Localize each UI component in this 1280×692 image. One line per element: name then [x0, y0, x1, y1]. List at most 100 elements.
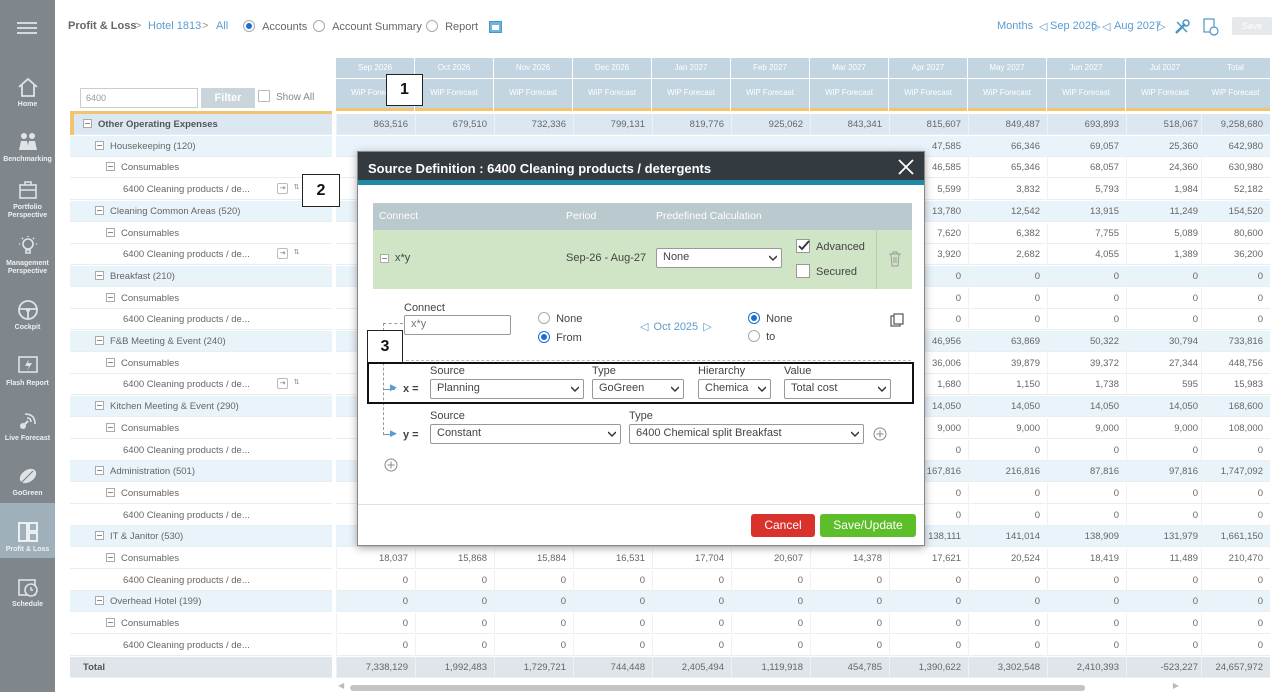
trash-icon[interactable] — [888, 251, 902, 267]
collapse-icon[interactable] — [95, 401, 104, 411]
cell-value[interactable]: 9,000 — [1047, 417, 1126, 439]
cell-value[interactable]: 216,816 — [968, 461, 1047, 483]
month-picker[interactable]: ◁ Oct 2025 ▷ — [640, 320, 712, 333]
cell-value[interactable]: 3,302,548 — [968, 656, 1047, 678]
to-month[interactable]: Aug 2027 — [1114, 20, 1161, 32]
distribution-icon[interactable]: ⇅ — [291, 248, 302, 259]
close-icon[interactable] — [896, 157, 916, 177]
sidebar-item-flash-report[interactable]: Flash Report — [0, 337, 55, 392]
table-row[interactable]: 6400 Cleaning products / de... 0 0 0 0 0 0 0 0 0 0… — [70, 634, 1270, 656]
cell-value[interactable]: 5,793 — [1047, 179, 1126, 201]
collapse-icon[interactable] — [106, 422, 115, 432]
sidebar-item-schedule[interactable]: Schedule — [0, 558, 55, 613]
cell-value[interactable]: 0 — [1047, 634, 1126, 656]
next-month-icon[interactable]: ▷ — [1092, 20, 1100, 33]
add-variable-icon[interactable] — [873, 427, 887, 441]
y-type-select[interactable]: 6400 Chemical split Breakfast — [629, 424, 864, 444]
cancel-button[interactable]: Cancel — [751, 514, 815, 537]
start-none-option[interactable]: None — [538, 312, 582, 325]
cell-value[interactable]: 0 — [968, 634, 1047, 656]
save-update-button[interactable]: Save/Update — [820, 514, 916, 537]
cell-value[interactable]: 0 — [1047, 613, 1126, 635]
source-definition-icon[interactable]: ⇥ — [277, 183, 288, 195]
cell-value[interactable]: 0 — [336, 613, 415, 635]
cell-value[interactable]: 20,607 — [731, 548, 810, 569]
cell-value[interactable]: 0 — [1047, 504, 1126, 526]
cell-value[interactable]: 1,119,918 — [731, 656, 810, 678]
cell-value[interactable]: 0 — [1047, 591, 1126, 613]
cell-value[interactable]: 0 — [810, 569, 889, 591]
cell-value[interactable]: 0 — [652, 569, 731, 591]
radio-account-summary[interactable] — [313, 20, 325, 32]
cell-value[interactable]: -523,227 — [1126, 656, 1205, 678]
start-from-radio[interactable] — [538, 331, 550, 343]
cell-value[interactable]: 50,322 — [1047, 331, 1126, 352]
sidebar-item-cockpit[interactable]: Cockpit — [0, 281, 55, 336]
cell-value[interactable]: 15,868 — [415, 548, 494, 569]
cell-value[interactable]: 0 — [889, 613, 968, 635]
cell-value[interactable]: 744,448 — [573, 656, 652, 678]
from-month[interactable]: Sep 2026 — [1050, 20, 1097, 32]
breadcrumb-all[interactable]: All — [216, 20, 228, 32]
collapse-icon[interactable] — [95, 466, 104, 476]
cell-value[interactable]: 0 — [731, 634, 810, 656]
breadcrumb-hotel[interactable]: Hotel 1813 — [148, 20, 201, 32]
cell-value[interactable]: 20,524 — [968, 548, 1047, 569]
cell-value[interactable]: 39,879 — [968, 352, 1047, 374]
end-to-option[interactable]: to — [748, 330, 775, 343]
cell-value[interactable]: 0 — [889, 569, 968, 591]
cell-value[interactable]: 0 — [1126, 309, 1205, 331]
collapse-icon[interactable] — [95, 140, 104, 150]
cell-value[interactable]: 3,832 — [968, 179, 1047, 201]
collapse-icon[interactable] — [106, 487, 115, 497]
distribution-icon[interactable]: ⇅ — [291, 378, 302, 389]
cell-value[interactable]: 18,037 — [336, 548, 415, 569]
cell-value[interactable]: 2,405,494 — [652, 656, 731, 678]
cell-value[interactable]: 0 — [1126, 634, 1205, 656]
view-account-summary[interactable]: Account Summary — [313, 20, 422, 33]
cell-value[interactable]: 1,984 — [1126, 179, 1205, 201]
cell-value[interactable]: 0 — [573, 569, 652, 591]
cell-value[interactable]: 0 — [652, 613, 731, 635]
secured-option[interactable]: Secured — [796, 264, 857, 278]
cell-value[interactable]: 454,785 — [810, 656, 889, 678]
cell-value[interactable]: 0 — [731, 569, 810, 591]
collapse-icon[interactable] — [106, 227, 115, 237]
cell-value[interactable]: 843,341 — [810, 114, 889, 135]
advanced-checkbox[interactable] — [796, 239, 810, 253]
cell-value[interactable]: 0 — [336, 569, 415, 591]
cell-value[interactable]: 9,000 — [968, 417, 1047, 439]
collapse-icon[interactable] — [95, 596, 104, 606]
cell-value[interactable]: 679,510 — [415, 114, 494, 135]
cell-value[interactable]: 0 — [573, 634, 652, 656]
cell-value[interactable]: 0 — [889, 634, 968, 656]
y-source-select[interactable]: Constant — [430, 424, 621, 444]
cell-value[interactable]: 925,062 — [731, 114, 810, 135]
cell-value[interactable]: 0 — [968, 591, 1047, 613]
cell-value[interactable]: 9,000 — [1126, 417, 1205, 439]
cell-value[interactable]: 87,816 — [1047, 461, 1126, 483]
cell-value[interactable]: 30,794 — [1126, 331, 1205, 352]
cell-value[interactable]: 14,050 — [1126, 396, 1205, 418]
collapse-icon[interactable] — [95, 531, 104, 541]
start-none-radio[interactable] — [538, 312, 550, 324]
cell-value[interactable]: 7,338,129 — [336, 656, 415, 678]
cell-value[interactable]: 0 — [1126, 287, 1205, 309]
cell-value[interactable]: 27,344 — [1126, 352, 1205, 374]
cell-value[interactable]: 0 — [652, 634, 731, 656]
cell-value[interactable]: 0 — [1126, 439, 1205, 461]
cell-value[interactable]: 0 — [336, 634, 415, 656]
cell-value[interactable]: 0 — [968, 439, 1047, 461]
table-row[interactable]: Other Operating Expenses 863,516 679,510 73… — [70, 114, 1270, 135]
months-label[interactable]: Months — [997, 20, 1033, 32]
copy-icon[interactable] — [890, 313, 904, 327]
connect-input[interactable]: x*y — [404, 315, 511, 335]
next-month-icon[interactable]: ▷ — [703, 321, 711, 333]
cell-value[interactable]: 6,382 — [968, 222, 1047, 244]
cell-value[interactable]: 0 — [810, 591, 889, 613]
add-connection-icon[interactable] — [384, 458, 398, 472]
cell-value[interactable]: 0 — [494, 613, 573, 635]
cell-value[interactable]: 14,050 — [1047, 396, 1126, 418]
menu-icon[interactable] — [17, 22, 37, 34]
cell-value[interactable]: 0 — [1126, 613, 1205, 635]
